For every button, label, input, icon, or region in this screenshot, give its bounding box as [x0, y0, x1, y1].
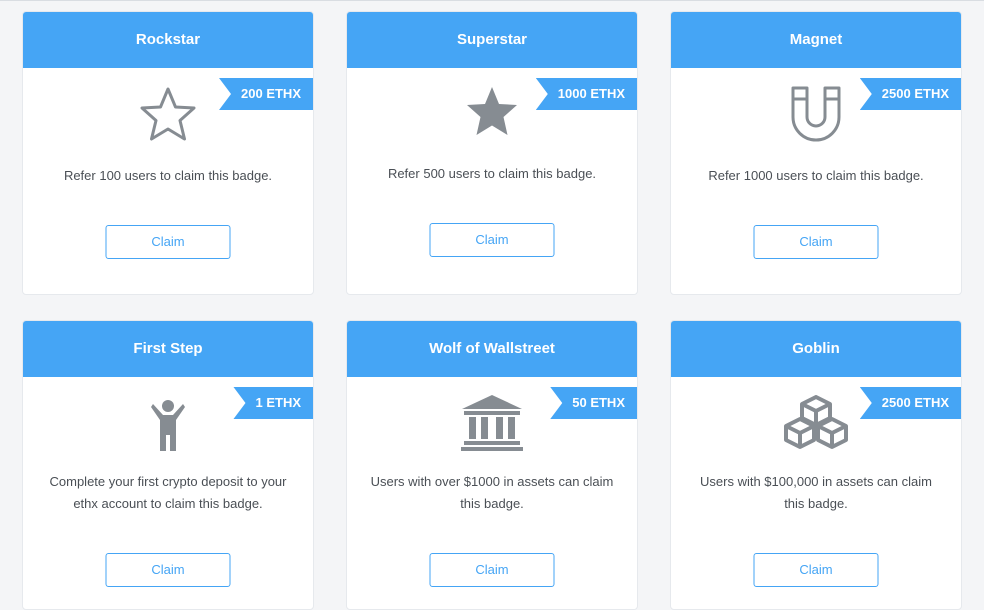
claim-button[interactable]: Claim — [753, 553, 879, 587]
badge-card-superstar: Superstar 1000 ETHX Refer 500 users to c… — [346, 11, 638, 295]
claim-button[interactable]: Claim — [105, 225, 231, 259]
cubes-icon — [784, 395, 848, 449]
badge-title: Rockstar — [23, 12, 313, 68]
top-divider — [0, 0, 984, 1]
badge-description: Users with $100,000 in assets can claim … — [700, 474, 932, 511]
badge-description: Complete your first crypto deposit to yo… — [49, 474, 287, 511]
badge-description: Users with over $1000 in assets can clai… — [370, 474, 614, 511]
badge-card-first-step: First Step 1 ETHX Complete your first cr… — [22, 320, 314, 610]
badge-description: Refer 500 users to claim this badge. — [387, 166, 597, 181]
person-arms-up-icon — [151, 400, 185, 451]
claim-button[interactable]: Claim — [429, 553, 555, 587]
badge-card-goblin: Goblin 2500 ETHX Users with $100,000 in … — [670, 320, 962, 610]
bank-icon — [461, 395, 523, 451]
magnet-icon — [791, 86, 841, 142]
badge-title: First Step — [23, 321, 313, 377]
star-filled-icon — [467, 87, 517, 135]
badge-title: Superstar — [347, 12, 637, 68]
claim-button[interactable]: Claim — [429, 223, 555, 257]
claim-button[interactable]: Claim — [753, 225, 879, 259]
claim-button[interactable]: Claim — [105, 553, 231, 587]
badge-card-wolf-of-wallstreet: Wolf of Wallstreet 50 ETHX Users with ov… — [346, 320, 638, 610]
badge-title: Magnet — [671, 12, 961, 68]
badge-title: Wolf of Wallstreet — [347, 321, 637, 377]
badge-title: Goblin — [671, 321, 961, 377]
badge-card-rockstar: Rockstar 200 ETHX Refer 100 users to cla… — [22, 11, 314, 295]
star-outline-icon — [140, 87, 196, 141]
badge-card-magnet: Magnet 2500 ETHX Refer 1000 users to cla… — [670, 11, 962, 295]
badge-description: Refer 1000 users to claim this badge. — [708, 168, 924, 183]
badge-description: Refer 100 users to claim this badge. — [63, 168, 273, 183]
